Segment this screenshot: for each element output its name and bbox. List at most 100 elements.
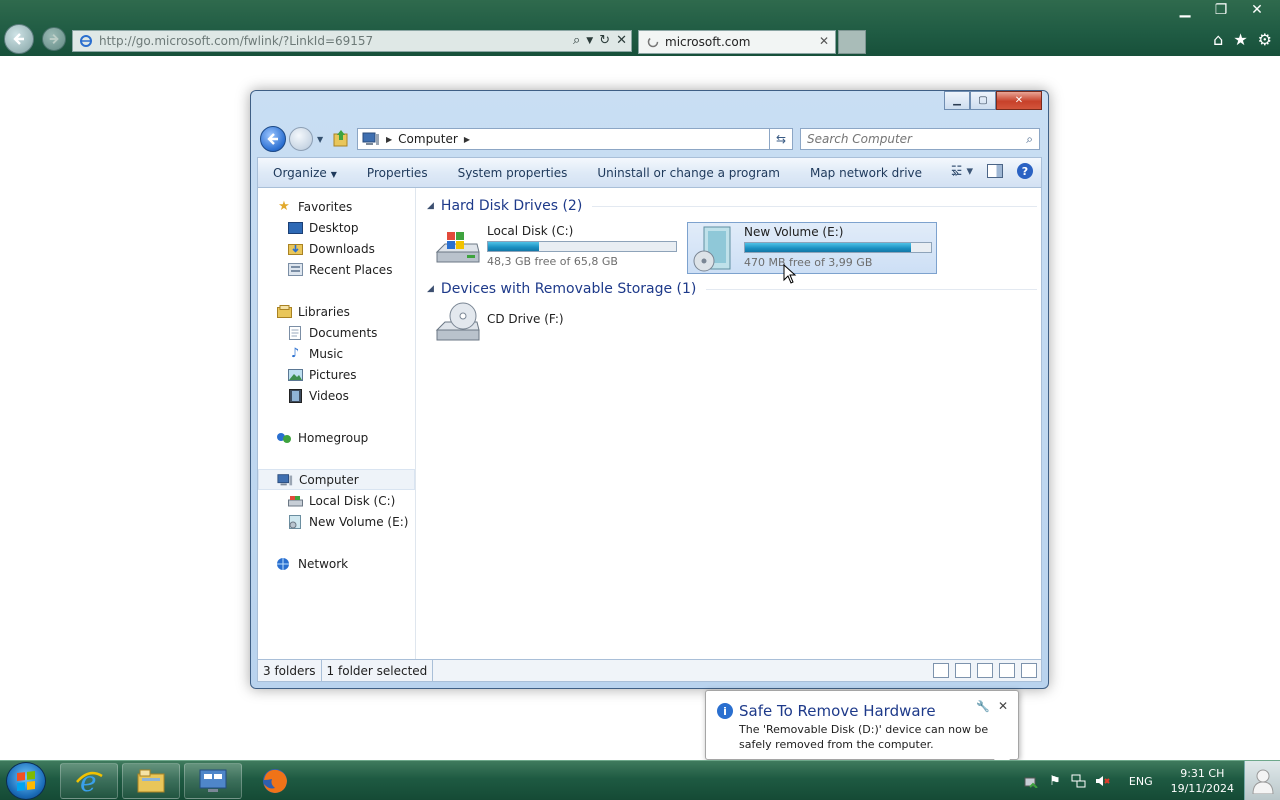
new-tab-button[interactable] [838,30,866,54]
drive-free-space: 48,3 GB free of 65,8 GB [487,255,618,268]
nav-new-volume-e[interactable]: New Volume (E:) [287,511,415,532]
group-header-hard-disks[interactable]: ◢ Hard Disk Drives (2) [427,198,1037,214]
network-status-icon[interactable] [1069,771,1089,791]
explorer-body: ★ Favorites Desktop Downloads Recent Plac… [257,188,1042,660]
browser-back-button[interactable] [4,24,34,54]
nav-local-disk-c[interactable]: Local Disk (C:) [287,490,415,511]
refresh-icon[interactable]: ↻ [599,33,610,48]
nav-label: Local Disk (C:) [309,493,396,508]
map-network-drive-button[interactable]: Map network drive [795,166,937,180]
navigation-layout-icon[interactable] [1021,663,1037,678]
browser-address-bar[interactable]: http://go.microsoft.com/fwlink/?LinkId=6… [72,30,632,52]
taskbar-control-panel[interactable] [184,763,242,799]
taskbar: e ⚑ ENG 9:31 CH 19/11/2024 [0,760,1280,800]
refresh-button[interactable]: ⇆ [769,128,793,150]
user-icon [1251,769,1274,794]
minimize-button[interactable]: ▁ [944,91,970,110]
system-properties-button[interactable]: System properties [443,166,583,180]
search-input[interactable] [807,132,1007,146]
help-icon[interactable]: ? [1017,163,1033,179]
organize-button[interactable]: Organize ▼ [258,166,352,180]
nav-label: Music [309,346,344,361]
drive-usage-fill [488,242,539,251]
nav-pictures[interactable]: Pictures [287,364,415,385]
home-icon[interactable]: ⌂ [1213,30,1223,49]
nav-label: Libraries [298,304,350,319]
action-center-flag-icon[interactable]: ⚑ [1045,771,1065,791]
nav-music[interactable]: ♪ Music [287,343,415,364]
safely-remove-hardware-icon[interactable] [1021,771,1041,791]
tab-title: microsoft.com [665,35,751,49]
forward-button[interactable] [289,127,313,151]
forward-arrow-icon [49,34,59,44]
taskbar-internet-explorer[interactable]: e [60,763,118,799]
minimize-icon[interactable]: ▁ [1172,0,1198,20]
browser-forward-button[interactable] [42,27,66,51]
change-view-icon[interactable]: ☷ ▾ [951,164,973,179]
drive-name: Local Disk (C:) [487,224,574,238]
preview-pane-icon[interactable] [987,164,1003,178]
search-icon[interactable]: ⌕ [1026,132,1033,147]
folder-icon [137,769,165,793]
gear-icon[interactable]: ⚙ [1258,30,1272,49]
volume-muted-icon[interactable] [1093,771,1113,791]
clock[interactable]: 9:31 CH 19/11/2024 [1171,766,1234,796]
close-button[interactable]: ✕ [996,91,1042,110]
nav-recent-places[interactable]: Recent Places [287,259,415,280]
browser-tab[interactable]: microsoft.com ✕ [638,30,836,54]
recent-pages-dropdown-icon[interactable]: ▼ [317,135,323,144]
nav-documents[interactable]: Documents [287,322,415,343]
group-header-removable[interactable]: ◢ Devices with Removable Storage (1) [427,281,1037,297]
chevron-down-icon: ▼ [330,169,337,179]
nav-network[interactable]: Network [276,553,415,574]
nav-downloads[interactable]: Downloads [287,238,415,259]
balloon-close-icon[interactable]: ✕ [998,699,1008,713]
nav-videos[interactable]: Videos [287,385,415,406]
homegroup-icon [276,430,292,446]
taskbar-firefox[interactable] [246,763,304,799]
control-panel-icon [199,769,227,792]
nav-label: Computer [299,472,359,487]
back-button[interactable] [260,126,286,152]
search-box[interactable]: ⌕ [800,128,1040,150]
address-bar[interactable]: ▶ Computer ▶ ▼ [357,128,793,150]
maximize-button[interactable]: ▢ [970,91,996,110]
stop-icon[interactable]: ✕ [616,33,627,48]
preview-layout-icon[interactable] [999,663,1015,678]
breadcrumb-separator-icon[interactable]: ▶ [386,135,392,144]
back-arrow-icon [267,133,278,145]
windows-logo-icon [17,771,35,791]
nav-libraries[interactable]: Libraries [276,301,415,322]
info-icon: i [717,703,733,719]
taskbar-windows-explorer[interactable] [122,763,180,799]
tab-close-icon[interactable]: ✕ [819,34,829,48]
drive-usage-bar [487,241,677,252]
drive-tile-e[interactable]: New Volume (E:) 470 MB free of 3,99 GB [687,222,937,274]
wrench-icon[interactable]: 🔧 [976,700,990,713]
folder-up-icon[interactable] [333,129,349,147]
drive-tile-f[interactable]: CD Drive (F:) [433,300,633,352]
drive-usage-bar [744,242,932,253]
start-button[interactable] [6,762,46,800]
search-icon[interactable]: ⌕ [573,33,580,48]
nav-computer[interactable]: Computer [258,469,415,490]
user-avatar[interactable] [1244,761,1280,800]
notification-balloon[interactable]: i Safe To Remove Hardware 🔧 ✕ The 'Remov… [705,690,1019,771]
nav-label: New Volume (E:) [309,514,409,529]
maximize-icon[interactable]: ❐ [1208,0,1234,20]
close-icon[interactable]: ✕ [1244,0,1270,20]
dropdown-icon[interactable]: ▼ [586,36,593,48]
favorites-star-icon[interactable]: ★ [1233,30,1247,49]
layout-icon[interactable] [977,663,993,678]
tiles-view-icon[interactable] [955,663,971,678]
nav-desktop[interactable]: Desktop [287,217,415,238]
breadcrumb-separator-icon[interactable]: ▶ [464,135,470,144]
nav-homegroup[interactable]: Homegroup [276,427,415,448]
uninstall-program-button[interactable]: Uninstall or change a program [582,166,795,180]
properties-button[interactable]: Properties [352,166,443,180]
breadcrumb-computer[interactable]: Computer [398,132,458,146]
drive-tile-c[interactable]: Local Disk (C:) 48,3 GB free of 65,8 GB [433,222,681,274]
input-language[interactable]: ENG [1129,775,1153,788]
details-view-icon[interactable] [933,663,949,678]
nav-favorites[interactable]: ★ Favorites [276,196,415,217]
